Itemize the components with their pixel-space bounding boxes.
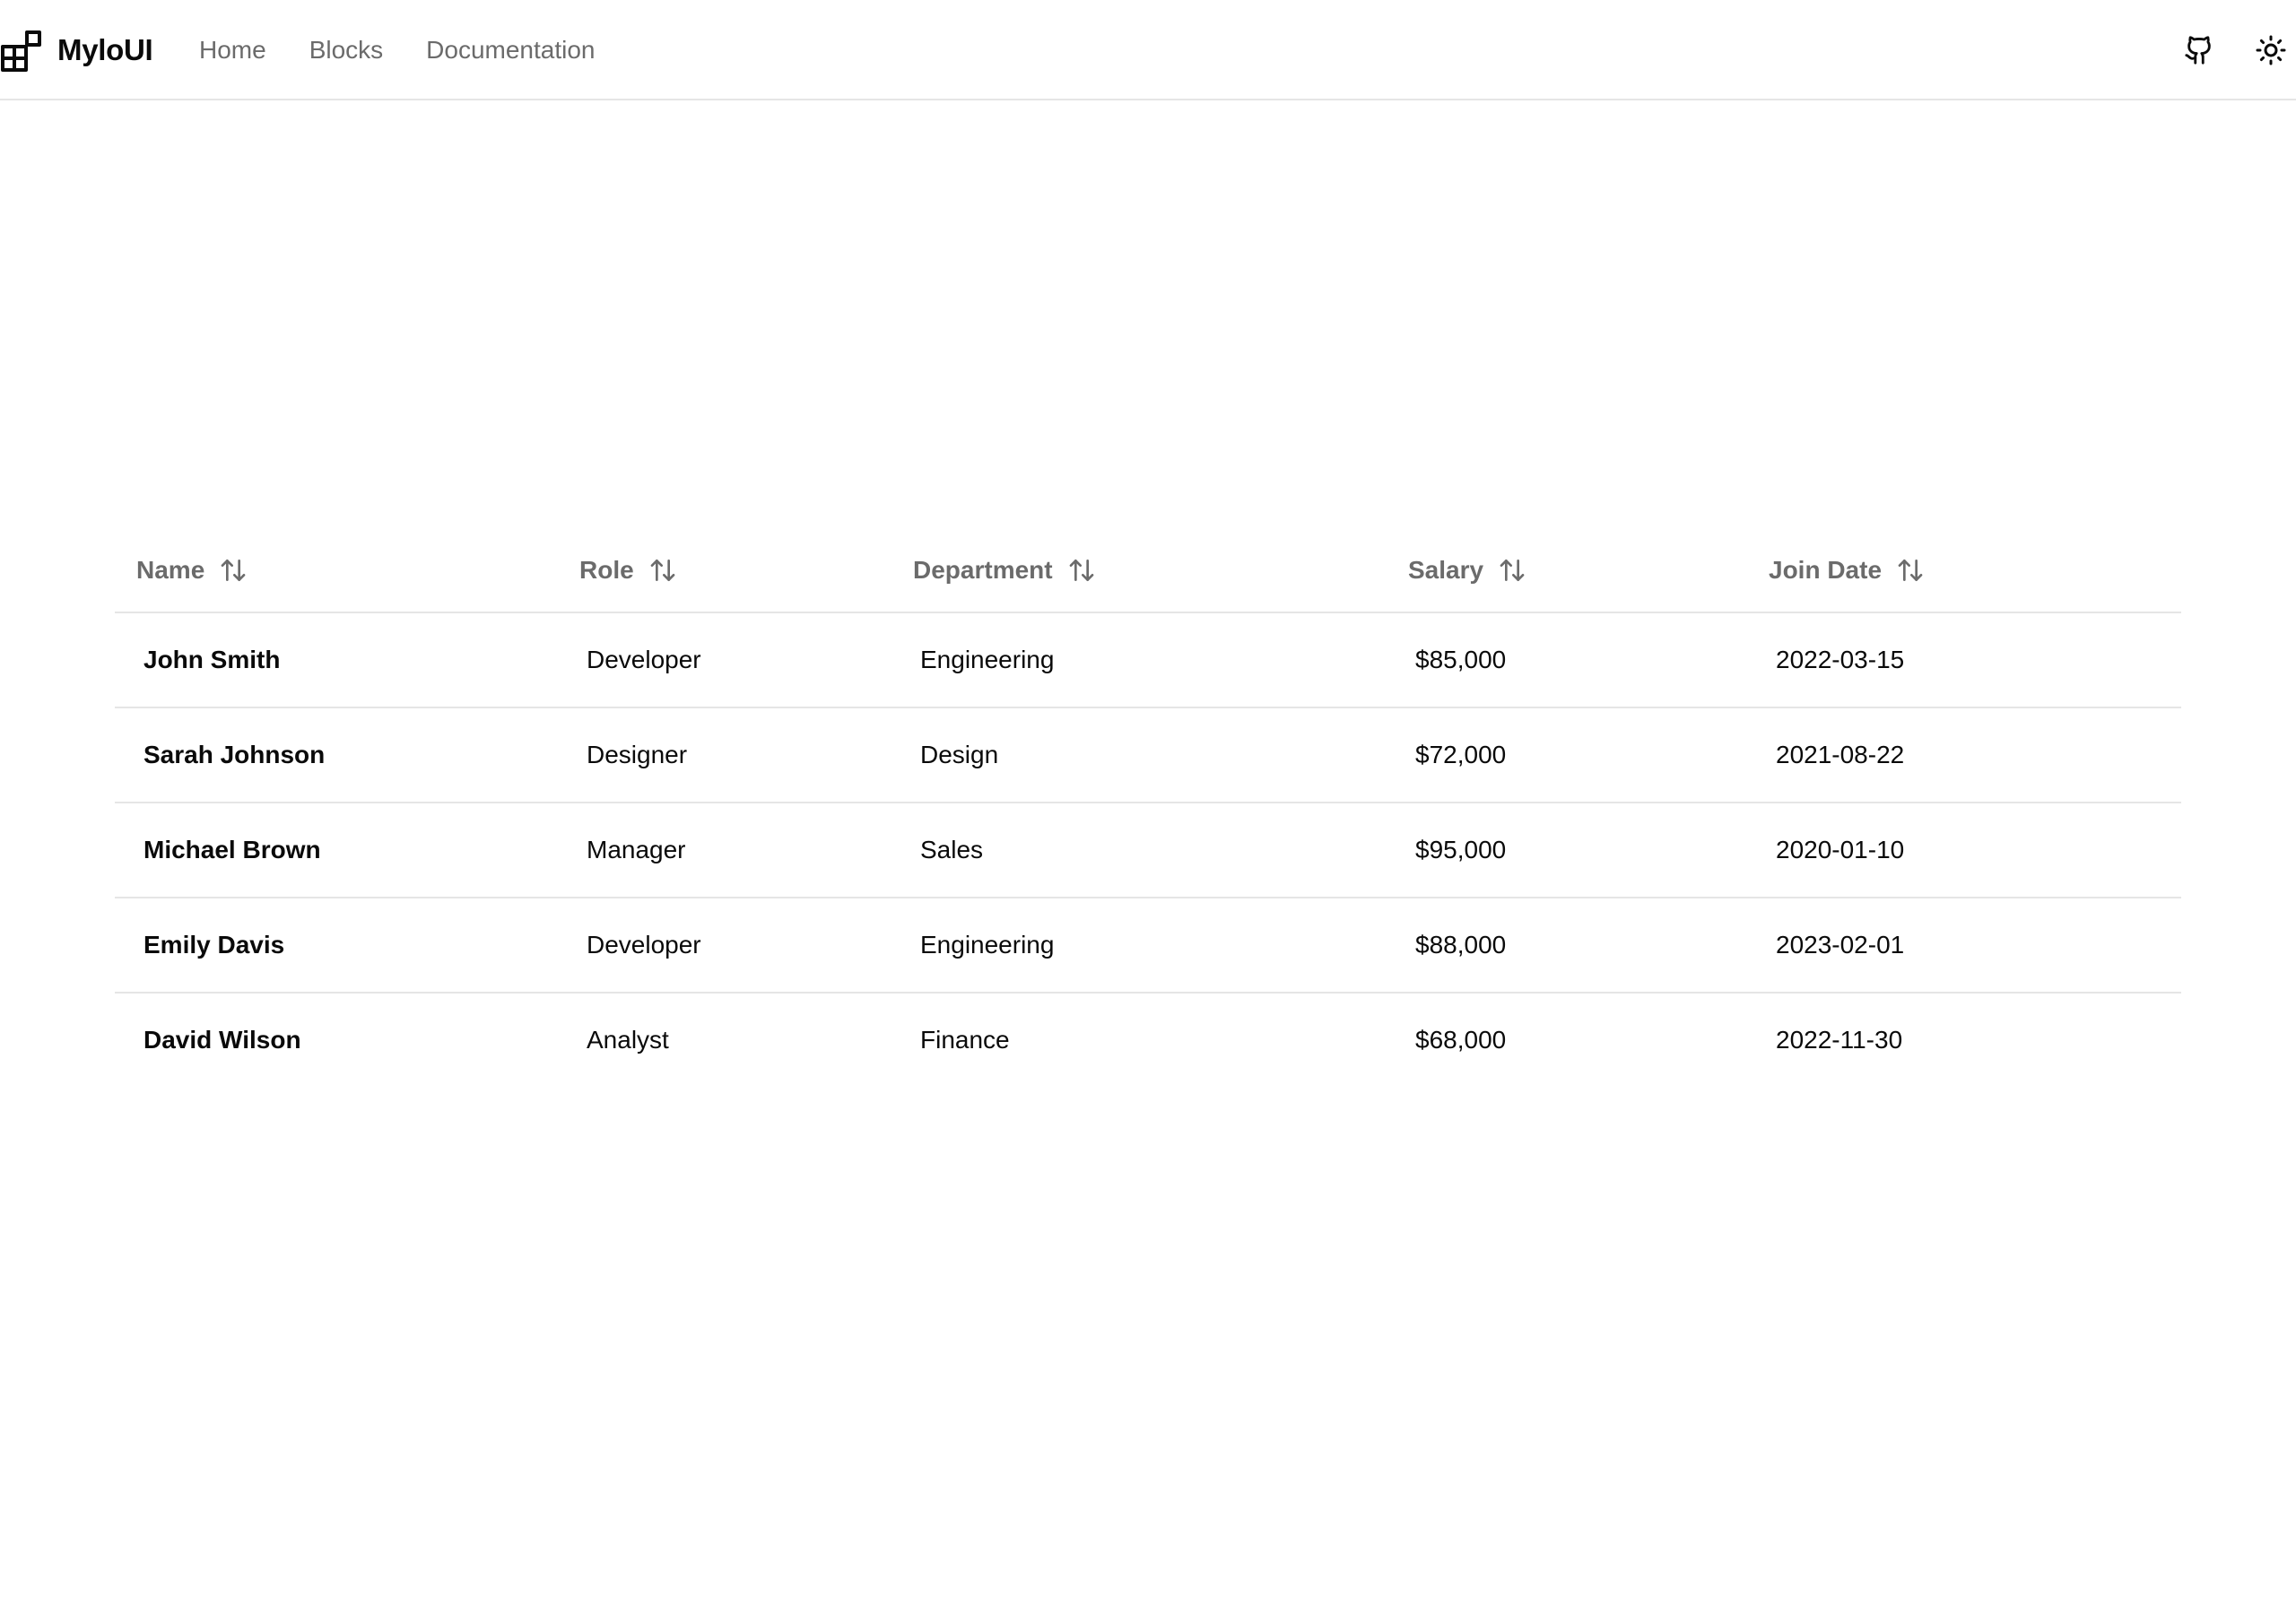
table-row: Emily Davis Developer Engineering $88,00… [115,898,2181,994]
cell-department: Engineering [891,898,1387,994]
sun-icon [2256,35,2286,65]
cell-join-date: 2022-11-30 [1776,1026,1903,1054]
top-navbar: MyloUI Home Blocks Documentation [0,0,2296,100]
sort-arrows-icon [1500,560,1525,581]
column-label: Salary [1408,556,1484,584]
cell-name: Emily Davis [115,898,558,994]
column-label: Name [136,556,205,584]
cell-department: Design [891,707,1387,803]
cell-join-date: 2023-02-01 [1747,898,2181,994]
table-row: John Smith Developer Engineering $85,000… [115,612,2181,708]
column-header-role: Role [558,529,891,613]
github-button[interactable] [2174,25,2224,75]
cell-role: Developer [558,612,891,708]
cell-name: David Wilson [144,1026,301,1054]
table-row: Sarah Johnson Designer Design $72,000 20… [115,707,2181,803]
nav-blocks-link[interactable]: Blocks [309,32,383,68]
employees-table: Name Role Department Salary Join Date Jo… [115,529,2181,1087]
cell-name: Sarah Johnson [115,707,558,803]
main-nav: Home Blocks Documentation [199,32,639,68]
table-row: Michael Brown Manager Sales $95,000 2020… [115,803,2181,898]
sort-arrows-icon [221,560,246,581]
cell-salary: $95,000 [1387,803,1747,898]
table-header-row: Name Role Department Salary Join Date [115,529,2181,613]
cell-role: Developer [558,898,891,994]
cell-salary: $68,000 [1415,1026,1507,1054]
column-label: Join Date [1769,556,1883,584]
cell-join-date: 2022-03-15 [1747,612,2181,708]
column-header-department: Department [891,529,1387,613]
brand-name: MyloUI [57,33,153,66]
sort-by-name-button[interactable]: Name [115,542,269,599]
brand-link[interactable]: MyloUI [0,29,153,72]
employees-table-container: Name Role Department Salary Join Date Jo… [115,529,2181,1087]
nav-home-link[interactable]: Home [199,32,266,68]
nav-documentation-link[interactable]: Documentation [426,32,595,68]
cell-name: John Smith [115,612,558,708]
cell-role: Designer [558,707,891,803]
header-actions [2152,25,2296,75]
cell-name: Michael Brown [115,803,558,898]
sort-arrows-icon [650,560,675,581]
cell-salary: $88,000 [1387,898,1747,994]
table-row: David Wilson Analyst Finance $68,000 202… [115,993,2181,1087]
sort-arrows-icon [1898,560,1923,581]
sort-by-department-button[interactable]: Department [891,542,1118,599]
cell-department: Sales [891,803,1387,898]
column-header-salary: Salary [1387,529,1747,613]
column-header-join-date: Join Date [1747,529,2181,613]
column-header-name: Name [115,529,558,613]
column-label: Role [579,556,634,584]
blocks-logo-icon [1,30,41,72]
cell-role: Manager [558,803,891,898]
cell-role: Analyst [587,1026,669,1054]
cell-department: Engineering [891,612,1387,708]
cell-join-date: 2020-01-10 [1747,803,2181,898]
cell-department: Finance [920,1026,1010,1054]
sort-by-join-date-button[interactable]: Join Date [1747,542,1946,599]
github-icon [2185,36,2211,65]
cell-salary: $85,000 [1387,612,1747,708]
sort-by-role-button[interactable]: Role [558,542,699,599]
theme-toggle-button[interactable] [2246,25,2296,75]
sort-arrows-icon [1069,560,1093,581]
cell-join-date: 2021-08-22 [1747,707,2181,803]
column-label: Department [913,556,1053,584]
cell-salary: $72,000 [1387,707,1747,803]
sort-by-salary-button[interactable]: Salary [1387,542,1548,599]
